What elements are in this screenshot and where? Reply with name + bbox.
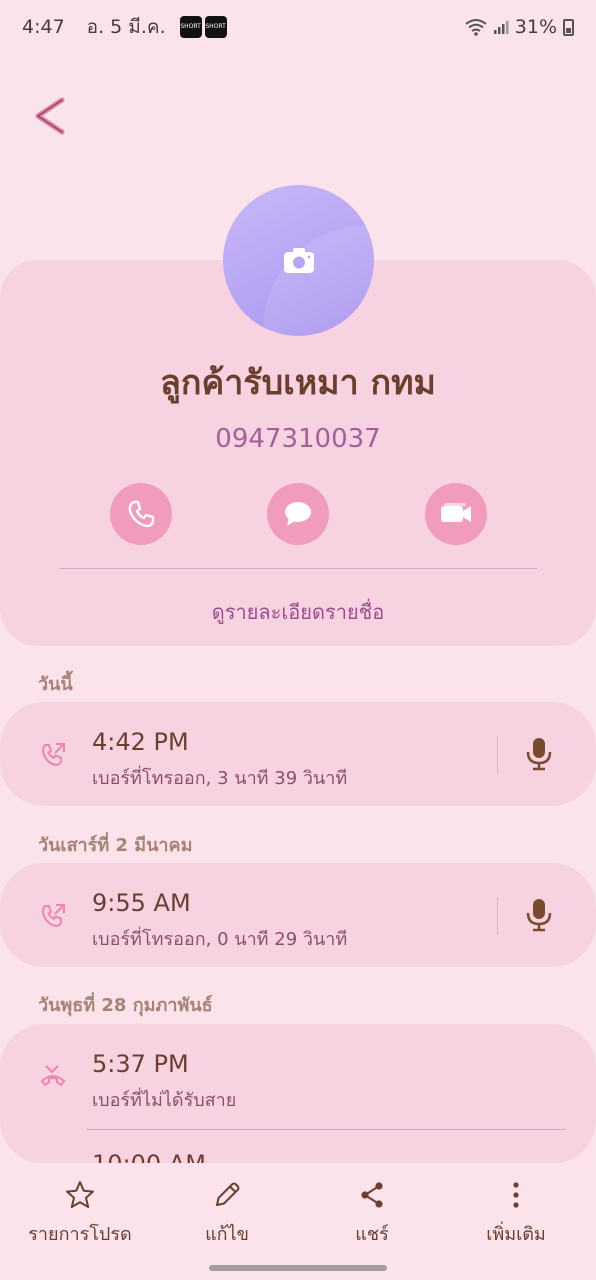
battery-level: 31% [514,16,557,38]
share-button[interactable]: แชร์ [302,1179,442,1248]
status-indicators: 31% [465,16,574,38]
contact-number: 0947310037 [215,424,381,454]
back-button[interactable] [30,92,74,140]
chevron-left-icon [35,97,65,135]
more-options-button[interactable]: เพิ่มเติม [446,1179,586,1248]
notification-badge: SHORT [204,16,227,38]
edit-label: แก้ไข [205,1224,249,1245]
camera-icon [284,248,314,273]
call-detail: เบอร์ที่โทรออก, 3 นาที 39 วินาที [92,768,348,789]
call-log-entry[interactable]: 4:42 PM เบอร์ที่โทรออก, 3 นาที 39 วินาที [0,702,596,806]
microphone-icon[interactable] [524,737,554,771]
status-time: 4:47 [22,16,65,38]
signal-icon [493,21,509,34]
outgoing-call-icon [41,904,65,928]
favorites-label: รายการโปรด [28,1224,132,1245]
video-call-icon [441,503,471,522]
outgoing-call-icon [41,743,65,767]
message-icon [285,502,311,526]
favorites-button[interactable]: รายการโปรด [10,1179,150,1248]
pencil-icon [216,1182,240,1206]
home-indicator[interactable] [209,1265,387,1271]
share-label: แชร์ [355,1224,389,1245]
missed-call-icon [40,1065,66,1087]
message-button[interactable] [267,483,329,545]
battery-icon [563,18,574,36]
call-log-entry[interactable]: 5:37 PM เบอร์ที่ไม่ได้รับสาย [0,1024,596,1164]
phone-icon [128,500,155,528]
star-icon [66,1181,94,1208]
call-detail: เบอร์ที่ไม่ได้รับสาย [92,1090,237,1111]
notification-badge: SHORT [179,16,202,38]
call-time: 9:55 AM [92,889,191,917]
share-icon [361,1182,383,1208]
video-call-button[interactable] [425,483,487,545]
separator [497,897,498,935]
call-detail: เบอร์ที่โทรออก, 0 นาที 29 วินาที [92,929,348,950]
date-header: วันพุธที่ 28 กุมภาพันธ์ [38,995,213,1016]
call-button[interactable] [110,483,172,545]
more-vertical-icon [513,1182,519,1208]
microphone-icon[interactable] [524,898,554,932]
more-label: เพิ่มเติม [486,1224,546,1245]
call-time: 4:42 PM [92,728,189,756]
date-header: วันนี้ [38,674,73,695]
call-log-entry[interactable]: 9:55 AM เบอร์ที่โทรออก, 0 นาที 29 วินาที [0,863,596,967]
separator [497,736,498,774]
wifi-icon [465,19,487,36]
view-contact-details-link[interactable]: ดูรายละเอียดรายชื่อ [0,596,596,628]
contact-photo[interactable] [223,185,374,336]
edit-button[interactable]: แก้ไข [157,1179,297,1248]
divider [59,568,537,569]
divider [86,1129,566,1130]
status-date: อ. 5 มี.ค. [86,16,166,38]
bottom-action-bar: รายการโปรด แก้ไข แชร์ เพิ่มเติม [0,1163,596,1280]
status-bar: 4:47 อ. 5 มี.ค. SHORT SHORT 31% [0,0,596,54]
call-time: 5:37 PM [92,1050,189,1078]
date-header: วันเสาร์ที่ 2 มีนาคม [38,835,193,856]
contact-name: ลูกค้ารับเหมา กทม [160,363,436,403]
